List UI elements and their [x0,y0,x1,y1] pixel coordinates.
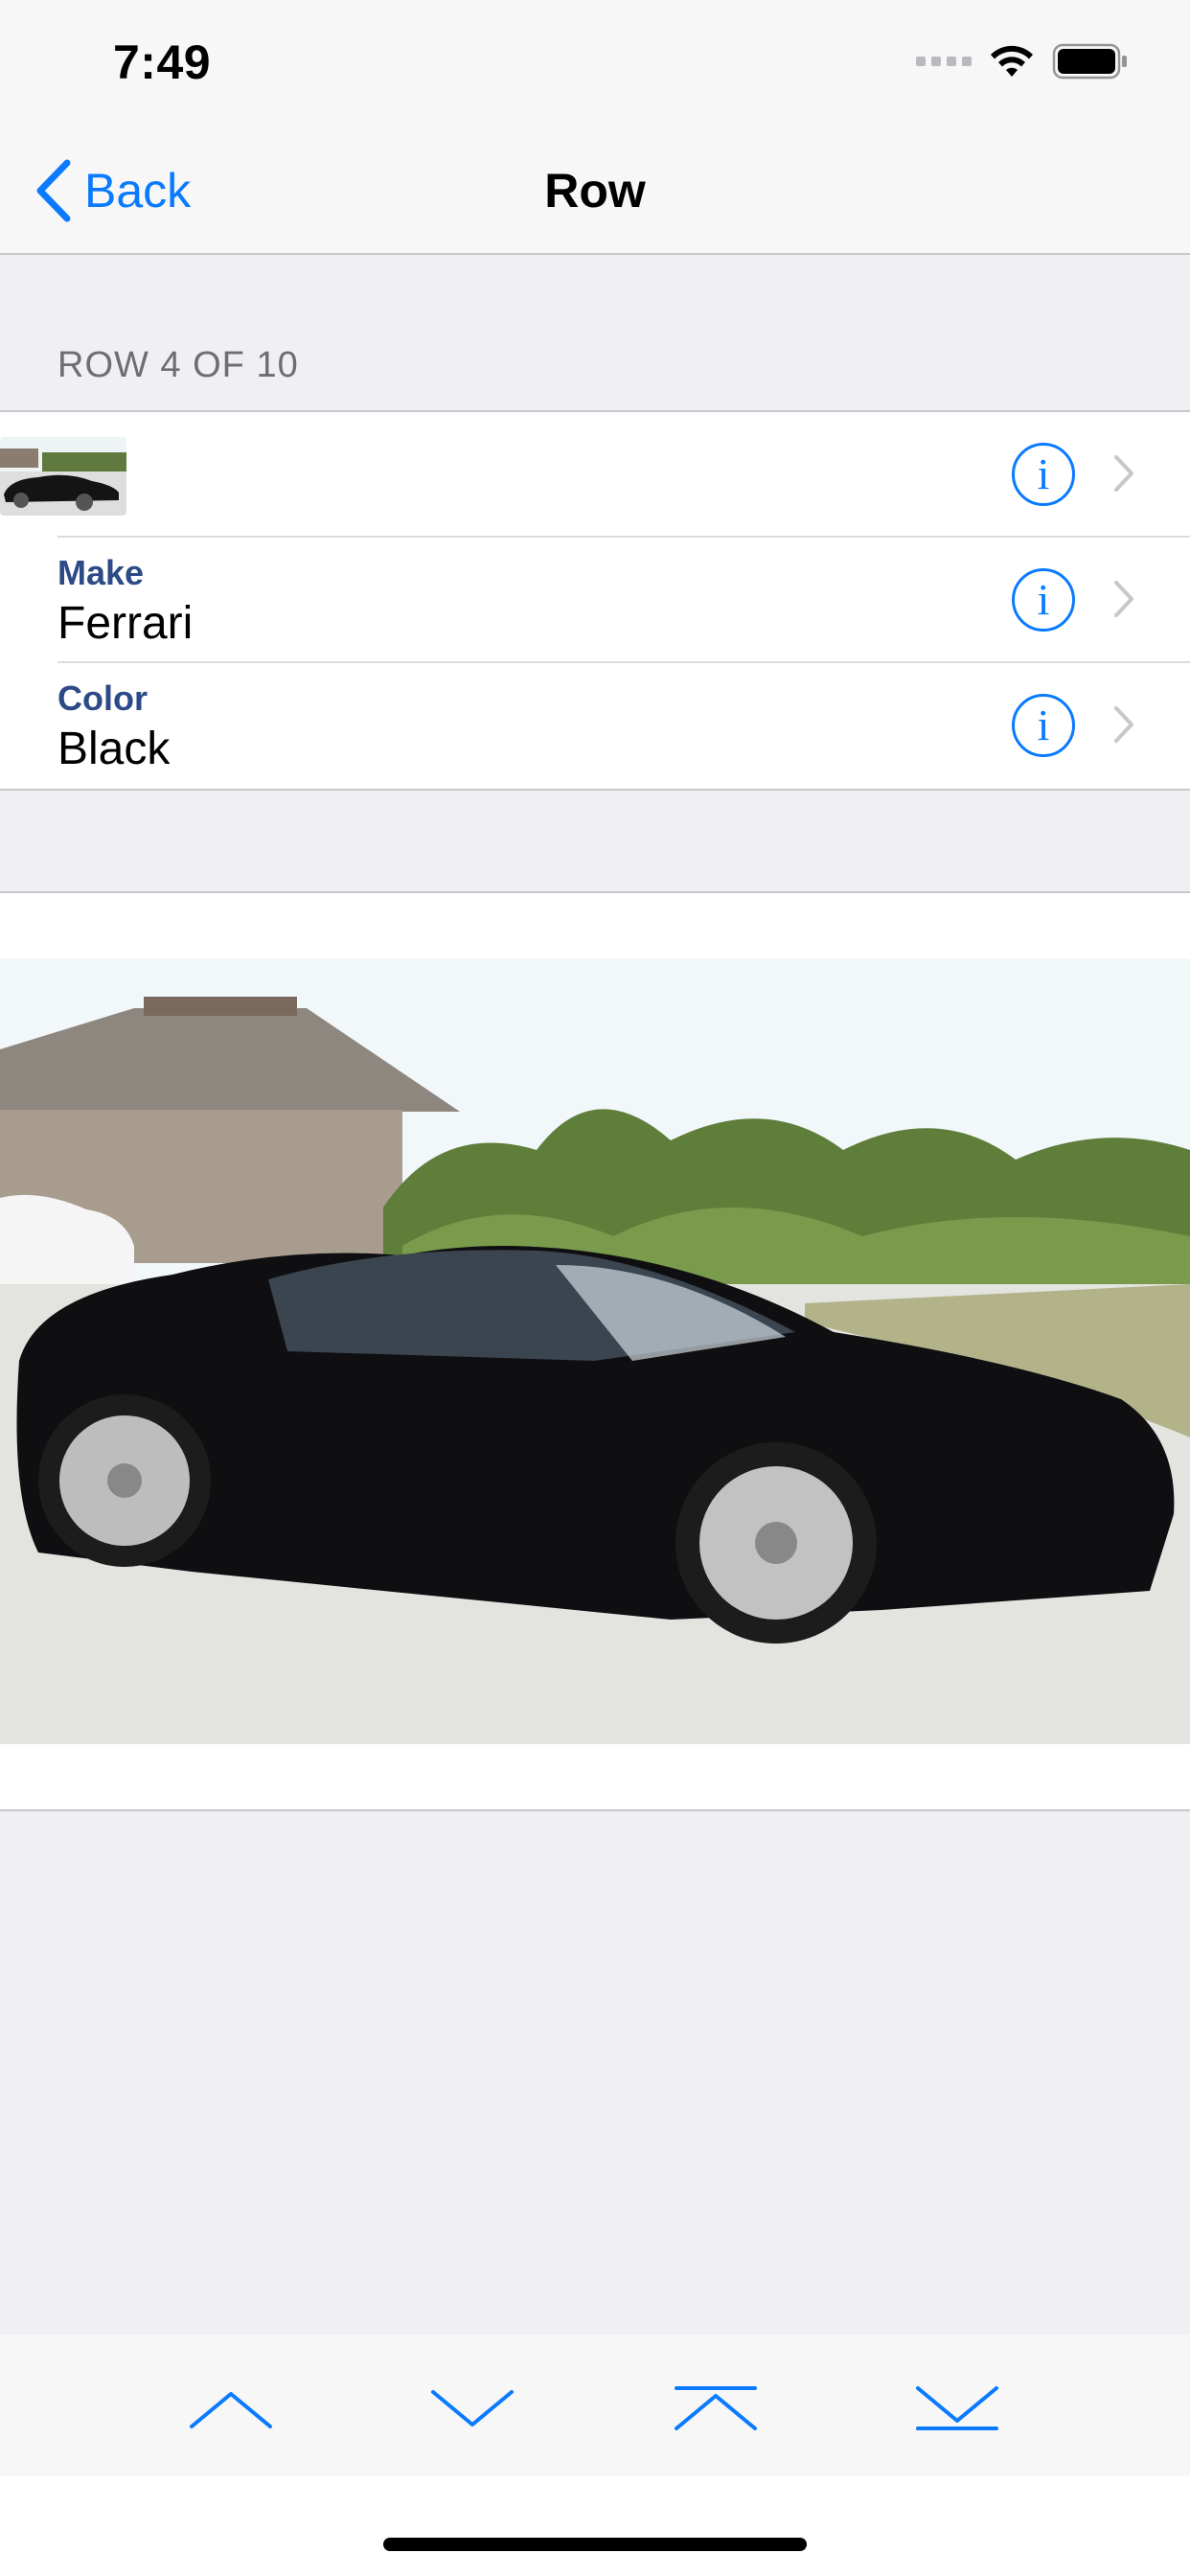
info-icon[interactable]: i [1012,694,1075,757]
color-value: Black [57,724,171,774]
next-row-button[interactable] [429,2384,515,2432]
table-row-color[interactable]: Color Black i [0,663,1190,789]
image-cell[interactable] [0,891,1190,1811]
page-title: Row [544,164,646,218]
status-icons [916,42,1129,80]
chevron-right-icon [1114,581,1133,617]
cellular-signal-icon [916,57,972,66]
detail-table: i Make Ferrari i Color Black i [0,410,1190,791]
info-icon[interactable]: i [1012,443,1075,506]
car-photo [0,958,1190,1744]
chevron-right-icon [1114,706,1133,743]
section-header: ROW 4 OF 10 [57,345,299,385]
navigation-bar: Back Row [0,126,1190,255]
home-area [0,2476,1190,2576]
last-row-button[interactable] [914,2384,1000,2432]
wifi-icon [991,45,1033,77]
home-indicator[interactable] [383,2538,807,2551]
previous-row-button[interactable] [188,2384,274,2432]
table-row-thumbnail[interactable]: i [0,412,1190,538]
battery-icon [1052,43,1127,80]
status-time: 7:49 [113,35,212,89]
car-thumbnail [0,437,126,516]
color-label: Color [57,678,148,718]
chevron-right-icon [1114,455,1133,492]
info-icon[interactable]: i [1012,568,1075,632]
status-bar: 7:49 [0,0,1190,126]
bottom-toolbar [0,2334,1190,2476]
first-row-button[interactable] [673,2384,759,2432]
make-label: Make [57,553,145,592]
make-value: Ferrari [57,598,194,649]
table-row-make[interactable]: Make Ferrari i [0,538,1190,663]
